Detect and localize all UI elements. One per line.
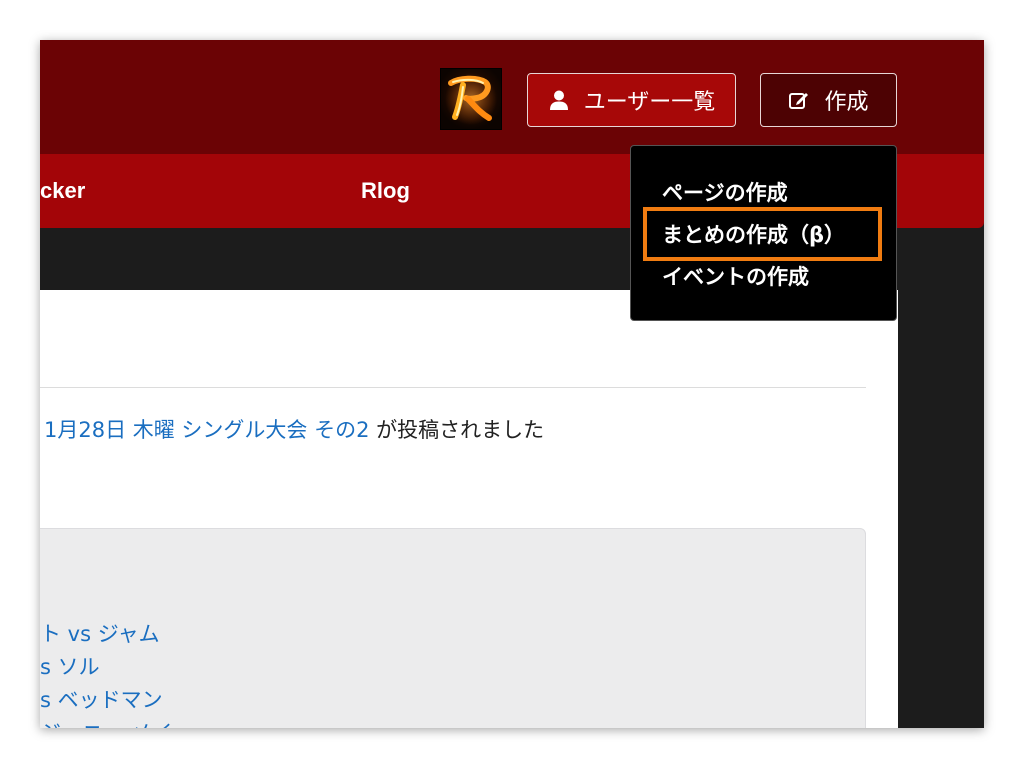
menu-item-create-event[interactable]: イベントの作成 — [662, 261, 809, 291]
users-list-button[interactable]: ユーザー一覧 — [527, 73, 736, 127]
post-notification-text: が投稿されました — [369, 418, 545, 442]
site-logo[interactable] — [440, 68, 502, 130]
match-link[interactable]: ト vs ジャム — [40, 618, 160, 648]
match-link[interactable]: ジョニー メイ — [40, 717, 173, 728]
post-notification: 1月28日 木曜 シングル大会 その2 が投稿されました — [44, 414, 544, 444]
header-bar: ユーザー一覧 作成 — [40, 40, 984, 154]
match-link[interactable]: s ベッドマン — [40, 684, 163, 714]
create-button[interactable]: 作成 — [760, 73, 897, 127]
app-window: ユーザー一覧 作成 cker Rlog 1月28日 木曜 シングル大会 その2 … — [40, 40, 984, 728]
create-dropdown-menu: ページの作成 まとめの作成（β） イベントの作成 — [630, 145, 897, 321]
users-list-button-label: ユーザー一覧 — [583, 90, 716, 115]
user-icon — [549, 90, 568, 110]
nav-item-tracker[interactable]: cker — [40, 154, 85, 228]
post-link[interactable]: 1月28日 木曜 シングル大会 その2 — [44, 418, 369, 442]
nav-item-rlog[interactable]: Rlog — [361, 154, 410, 228]
edit-icon — [789, 93, 809, 109]
menu-item-create-matome[interactable]: まとめの作成（β） — [662, 219, 845, 249]
menu-item-create-page[interactable]: ページの作成 — [662, 177, 788, 207]
flame-r-logo-icon — [445, 73, 497, 125]
divider — [40, 387, 866, 388]
matches-card — [40, 528, 866, 728]
match-link[interactable]: s ソル — [40, 651, 100, 681]
create-button-label: 作成 — [824, 90, 869, 115]
